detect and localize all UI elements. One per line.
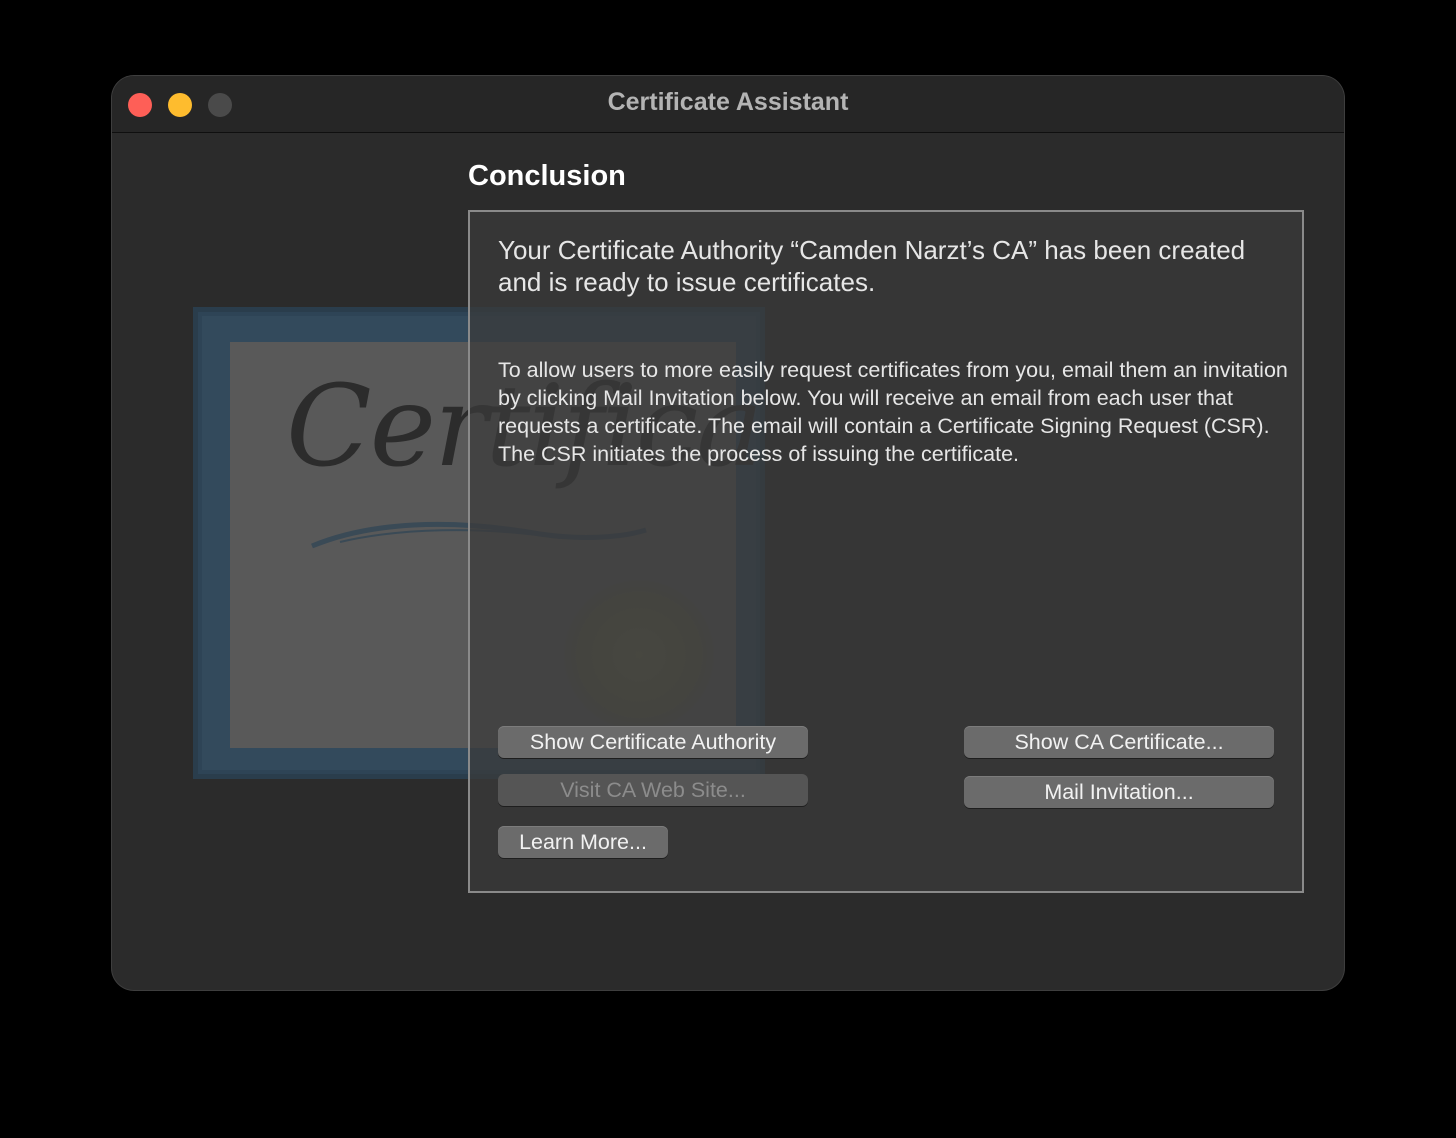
window-title: Certificate Assistant [607,88,849,116]
show-certificate-authority-button[interactable]: Show Certificate Authority [498,726,808,758]
conclusion-panel: Your Certificate Authority “Camden Narzt… [468,210,1304,893]
visit-ca-web-site-button: Visit CA Web Site... [498,774,808,806]
learn-more-button[interactable]: Learn More... [498,826,668,858]
body-text: To allow users to more easily request ce… [498,358,1288,466]
mail-invitation-button[interactable]: Mail Invitation... [964,776,1274,808]
certificate-assistant-window: Certificate Assistant Certificate Conclu… [112,76,1344,990]
page-title: Conclusion [468,160,626,192]
headline-text: Your Certificate Authority “Camden Narzt… [498,235,1246,297]
show-ca-certificate-button[interactable]: Show CA Certificate... [964,726,1274,758]
title-bar[interactable]: Certificate Assistant [112,76,1344,133]
